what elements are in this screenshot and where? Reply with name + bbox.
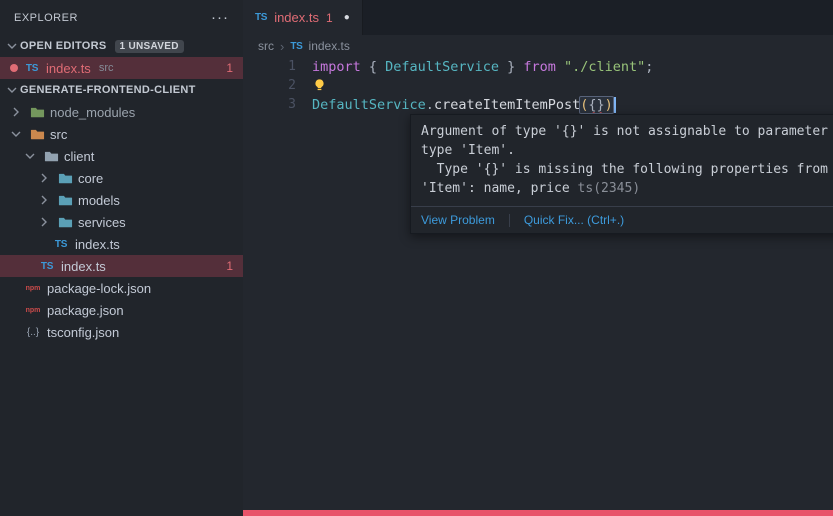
- code-line[interactable]: 2: [243, 76, 833, 95]
- chevron-right-icon: [8, 104, 24, 120]
- file-label: index.ts: [61, 259, 106, 274]
- view-problem-link[interactable]: View Problem: [421, 213, 495, 227]
- editor-area: TS index.ts 1 ● src › TS index.ts 1impor…: [243, 0, 833, 516]
- chevron-down-icon: [22, 148, 38, 164]
- ts-file-icon: TS: [23, 63, 41, 74]
- chevron-down-icon: [4, 82, 20, 98]
- tree-item-tsconfig.json[interactable]: {..} tsconfig.json: [0, 321, 243, 343]
- tree-item-src[interactable]: src: [0, 123, 243, 145]
- file-label: src: [50, 127, 67, 142]
- problems-badge: 1: [226, 61, 233, 75]
- explorer-header: EXPLORER ···: [0, 0, 243, 35]
- chevron-right-icon: [36, 170, 52, 186]
- folder-icon: [29, 104, 45, 120]
- npm-file-icon: npm: [24, 307, 42, 314]
- text-cursor: [614, 97, 616, 113]
- folder-icon: [57, 192, 73, 208]
- open-editor-label: index.ts: [46, 61, 91, 76]
- bracket-highlight: ({}): [580, 97, 613, 113]
- file-label: package-lock.json: [47, 281, 151, 296]
- chevron-right-icon: [36, 214, 52, 230]
- tree-item-package.json[interactable]: npm package.json: [0, 299, 243, 321]
- file-label: core: [78, 171, 103, 186]
- open-editors-header[interactable]: OPEN EDITORS 1 UNSAVED: [0, 35, 243, 57]
- line-number: 2: [243, 78, 312, 93]
- tab-index-ts[interactable]: TS index.ts 1 ●: [243, 0, 363, 35]
- explorer-sidebar: EXPLORER ··· OPEN EDITORS 1 UNSAVED TS i…: [0, 0, 243, 516]
- file-label: models: [78, 193, 120, 208]
- hover-message-line: 'Item': name, price ts(2345): [421, 179, 833, 198]
- chevron-right-icon: ›: [280, 39, 284, 54]
- code-line[interactable]: 1import { DefaultService } from "./clien…: [243, 57, 833, 76]
- chevron-right-icon: [36, 192, 52, 208]
- breadcrumb: src › TS index.ts: [243, 35, 833, 57]
- tree-item-models[interactable]: models: [0, 189, 243, 211]
- file-label: package.json: [47, 303, 124, 318]
- code-text: DefaultService.createItemItemPost({}): [312, 97, 616, 113]
- folder-icon: [57, 214, 73, 230]
- tree-item-services[interactable]: services: [0, 211, 243, 233]
- problems-badge: 1: [226, 259, 233, 273]
- file-label: index.ts: [75, 237, 120, 252]
- ts-file-icon: TS: [38, 261, 56, 272]
- chevron-down-icon: [4, 38, 20, 54]
- tab-problems-badge: 1: [326, 11, 333, 25]
- line-number: 1: [243, 59, 312, 74]
- file-label: tsconfig.json: [47, 325, 119, 340]
- file-label: node_modules: [50, 105, 135, 120]
- error-status-strip: [243, 510, 833, 516]
- tree-item-node_modules[interactable]: node_modules: [0, 101, 243, 123]
- file-label: services: [78, 215, 126, 230]
- file-label: client: [64, 149, 94, 164]
- explorer-title: EXPLORER: [14, 12, 78, 24]
- open-editor-item-index-ts[interactable]: TS index.ts src 1: [0, 57, 243, 79]
- hover-message: Argument of type '{}' is not assignable …: [411, 115, 833, 206]
- ts-file-icon: TS: [52, 239, 70, 250]
- code-line[interactable]: 3DefaultService.createItemItemPost({}): [243, 95, 833, 114]
- tree-item-index.ts[interactable]: TS index.ts 1: [0, 255, 243, 277]
- file-tree: node_modulessrc client core models services T…: [0, 101, 243, 343]
- breadcrumb-file[interactable]: index.ts: [309, 39, 350, 53]
- dirty-indicator-icon[interactable]: ●: [344, 12, 350, 23]
- breadcrumb-src[interactable]: src: [258, 39, 274, 53]
- workspace-header[interactable]: GENERATE-FRONTEND-CLIENT: [0, 79, 243, 101]
- open-editor-path-hint: src: [99, 62, 114, 74]
- ts-file-icon: TS: [255, 12, 267, 23]
- tab-label: index.ts: [274, 10, 319, 25]
- hover-actions: View Problem Quick Fix... (Ctrl+.): [411, 206, 833, 233]
- tab-bar: TS index.ts 1 ●: [243, 0, 833, 35]
- error-hover-popup: Argument of type '{}' is not assignable …: [410, 114, 833, 234]
- lightbulb-icon[interactable]: [312, 78, 328, 94]
- line-number: 3: [243, 97, 312, 112]
- json-file-icon: {..}: [24, 327, 42, 338]
- code-editor[interactable]: 1import { DefaultService } from "./clien…: [243, 57, 833, 114]
- unsaved-badge: 1 UNSAVED: [115, 40, 184, 53]
- hover-message-line: Argument of type '{}' is not assignable …: [421, 122, 833, 141]
- ts-file-icon: TS: [290, 41, 302, 52]
- quick-fix-link[interactable]: Quick Fix... (Ctrl+.): [524, 213, 624, 227]
- tree-item-core[interactable]: core: [0, 167, 243, 189]
- code-text: import { DefaultService } from "./client…: [312, 59, 653, 75]
- folder-icon: [43, 148, 59, 164]
- npm-file-icon: npm: [24, 285, 42, 292]
- folder-icon: [29, 126, 45, 142]
- folder-icon: [57, 170, 73, 186]
- hover-message-line: Type '{}' is missing the following prope…: [421, 160, 833, 179]
- code-text: [312, 78, 330, 94]
- diagnostic-code: ts(2345): [578, 181, 641, 196]
- modified-dot-icon[interactable]: [10, 64, 18, 72]
- tree-item-index.ts[interactable]: TS index.ts: [0, 233, 243, 255]
- tree-item-client[interactable]: client: [0, 145, 243, 167]
- divider: [509, 214, 510, 227]
- chevron-down-icon: [8, 126, 24, 142]
- workspace-label: GENERATE-FRONTEND-CLIENT: [20, 84, 196, 96]
- hover-message-text: 'Item': name, price: [421, 181, 578, 196]
- hover-message-line: type 'Item'.: [421, 141, 833, 160]
- open-editors-label: OPEN EDITORS: [20, 40, 107, 52]
- more-actions-icon[interactable]: ···: [211, 9, 229, 26]
- tree-item-package-lock.json[interactable]: npm package-lock.json: [0, 277, 243, 299]
